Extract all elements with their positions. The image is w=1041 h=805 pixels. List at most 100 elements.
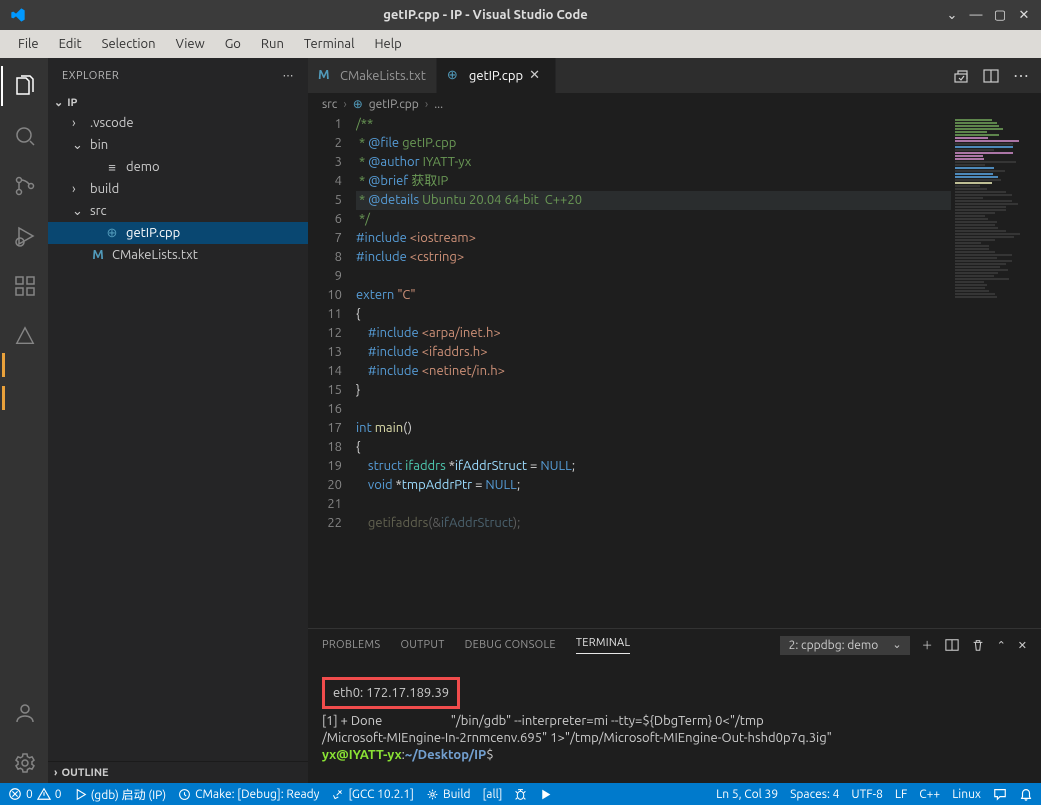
- status-build[interactable]: Build: [426, 788, 471, 801]
- tree-row[interactable]: ⌄ src: [48, 200, 308, 222]
- maximize-icon[interactable]: ▢: [993, 8, 1007, 22]
- breadcrumb-sep-icon: ›: [425, 98, 428, 111]
- status-bell-icon[interactable]: [1019, 787, 1033, 801]
- sidebar-more-icon[interactable]: ⋯: [283, 69, 295, 82]
- explorer-icon[interactable]: [1, 66, 49, 106]
- breadcrumb-part[interactable]: getIP.cpp: [369, 98, 419, 111]
- tree-row-label: src: [90, 204, 107, 218]
- menu-file[interactable]: File: [8, 33, 49, 55]
- terminal-highlight: eth0: 172.17.189.39: [322, 677, 460, 709]
- status-debug-icon[interactable]: [514, 788, 527, 801]
- decoration-bar-2: [2, 386, 5, 410]
- status-os[interactable]: Linux: [952, 788, 981, 801]
- minimap[interactable]: [951, 115, 1041, 628]
- tree-row[interactable]: › .vscode: [48, 112, 308, 134]
- outline-section[interactable]: › OUTLINE: [48, 761, 308, 783]
- status-errors[interactable]: 0 0: [8, 787, 62, 801]
- tab-actions: ⋯: [941, 58, 1041, 93]
- tree-row[interactable]: ›build: [48, 178, 308, 200]
- status-encoding[interactable]: UTF-8: [851, 788, 882, 801]
- source-control-icon[interactable]: [1, 166, 49, 206]
- menu-go[interactable]: Go: [215, 33, 251, 55]
- tree-row-label: CMakeLists.txt: [112, 248, 198, 262]
- editor-tabs: M CMakeLists.txt ⊕getIP.cpp✕ ⋯: [308, 58, 1041, 93]
- cmake-icon[interactable]: [1, 316, 49, 356]
- close-tab-icon[interactable]: ✕: [529, 68, 545, 83]
- close-panel-icon[interactable]: ✕: [1018, 639, 1027, 652]
- titlebar: getIP.cpp - IP - Visual Studio Code ⌄ — …: [0, 0, 1041, 30]
- minimize-icon[interactable]: —: [969, 8, 983, 22]
- tree-row-label: .vscode: [90, 116, 134, 130]
- menu-terminal[interactable]: Terminal: [294, 33, 365, 55]
- file-icon: ⊕: [447, 68, 463, 84]
- tree-root[interactable]: ⌄ IP: [48, 93, 308, 112]
- compare-icon[interactable]: [953, 68, 969, 84]
- status-feedback-icon[interactable]: [993, 787, 1007, 801]
- breadcrumb[interactable]: src › ⊕ getIP.cpp › ...: [308, 93, 1041, 115]
- editor-tab[interactable]: M CMakeLists.txt: [308, 58, 437, 93]
- split-editor-icon[interactable]: [983, 68, 999, 84]
- terminal-prompt-user: yx@IYATT-yx: [322, 748, 402, 762]
- tree-row-label: bin: [90, 138, 108, 152]
- new-terminal-icon[interactable]: ＋: [922, 637, 933, 653]
- cpp-file-icon: ⊕: [104, 226, 120, 241]
- status-spaces[interactable]: Spaces: 4: [790, 788, 839, 801]
- kill-terminal-icon[interactable]: [971, 638, 985, 652]
- breadcrumb-sep-icon: ›: [343, 98, 346, 111]
- menu-view[interactable]: View: [166, 33, 215, 55]
- menu-selection[interactable]: Selection: [92, 33, 166, 55]
- menu-run[interactable]: Run: [251, 33, 294, 55]
- panel-tab-output[interactable]: OUTPUT: [400, 639, 444, 651]
- status-kit[interactable]: [GCC 10.2.1]: [331, 788, 414, 801]
- minimize-hint-icon[interactable]: ⌄: [945, 8, 959, 22]
- more-actions-icon[interactable]: ⋯: [1013, 66, 1029, 85]
- extensions-icon[interactable]: [1, 266, 49, 306]
- statusbar: 0 0 (gdb) 启动 (IP) CMake: [Debug]: Ready …: [0, 783, 1041, 805]
- file-tree: ⌄ IP ›.vscode⌄bin≡demo›build⌄src⊕getIP.c…: [48, 93, 308, 761]
- settings-icon[interactable]: [1, 743, 49, 783]
- vscode-logo-icon: [10, 7, 26, 23]
- tree-row[interactable]: ≡demo: [48, 156, 308, 178]
- tab-label: CMakeLists.txt: [340, 69, 426, 83]
- code-content[interactable]: /** * @file getIP.cpp * @author IYATT-yx…: [356, 115, 951, 628]
- panel-tab-debug[interactable]: DEBUG CONSOLE: [465, 639, 556, 651]
- panel-tab-problems[interactable]: PROBLEMS: [322, 639, 380, 651]
- status-position[interactable]: Ln 5, Col 39: [716, 788, 778, 801]
- terminal-selector[interactable]: 2: cppdbg: demo: [780, 636, 910, 655]
- terminal-body[interactable]: eth0: 172.17.189.39 [1] + Done "/bin/gdb…: [308, 661, 1041, 783]
- tree-row[interactable]: ⊕getIP.cpp: [48, 222, 308, 244]
- breadcrumb-part[interactable]: src: [322, 98, 337, 111]
- breadcrumb-part[interactable]: ...: [434, 98, 443, 111]
- status-lang[interactable]: C++: [919, 788, 940, 801]
- panel-tab-terminal[interactable]: TERMINAL: [576, 637, 631, 654]
- panel-tabs: PROBLEMS OUTPUT DEBUG CONSOLE TERMINAL 2…: [308, 629, 1041, 661]
- sidebar: EXPLORER ⋯ ⌄ IP ›.vscode⌄bin≡demo›build⌄…: [48, 58, 308, 783]
- panel: PROBLEMS OUTPUT DEBUG CONSOLE TERMINAL 2…: [308, 628, 1041, 783]
- account-icon[interactable]: [1, 693, 49, 733]
- search-icon[interactable]: [1, 116, 49, 156]
- status-run-icon[interactable]: [539, 788, 552, 801]
- code-editor[interactable]: 12345678910111213141516171819202122 /** …: [308, 115, 1041, 628]
- chevron-right-icon: ›: [54, 767, 57, 779]
- menu-help[interactable]: Help: [364, 33, 411, 55]
- status-eol[interactable]: LF: [895, 788, 907, 801]
- tree-row-label: demo: [126, 160, 160, 174]
- chevron-icon: ›: [72, 116, 84, 130]
- maximize-panel-icon[interactable]: ⌃: [997, 639, 1006, 652]
- chevron-icon: ⌄: [72, 204, 84, 219]
- terminal-select[interactable]: 2: cppdbg: demo: [780, 636, 910, 655]
- tree-row[interactable]: ⌄bin: [48, 134, 308, 156]
- close-icon[interactable]: ✕: [1017, 8, 1031, 22]
- menu-edit[interactable]: Edit: [49, 33, 92, 55]
- chevron-down-icon: ⌄: [54, 96, 63, 109]
- run-debug-icon[interactable]: [1, 216, 49, 256]
- status-launch[interactable]: (gdb) 启动 (IP): [74, 786, 167, 803]
- status-cmake[interactable]: CMake: [Debug]: Ready: [178, 788, 319, 801]
- tree-row[interactable]: MCMakeLists.txt: [48, 244, 308, 266]
- status-target[interactable]: [all]: [483, 788, 503, 801]
- window-title: getIP.cpp - IP - Visual Studio Code: [36, 8, 935, 22]
- file-icon: M: [318, 68, 334, 84]
- editor-tab[interactable]: ⊕getIP.cpp✕: [437, 58, 556, 93]
- sidebar-header: EXPLORER ⋯: [48, 58, 308, 93]
- split-terminal-icon[interactable]: [945, 638, 959, 652]
